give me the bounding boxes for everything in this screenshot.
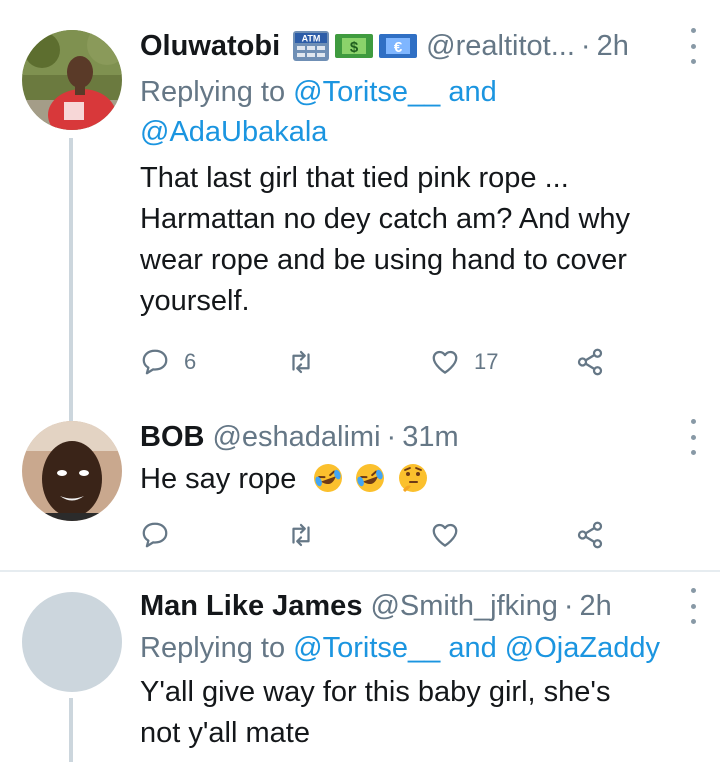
share-button[interactable] — [575, 342, 605, 382]
tweet-text-line: Harmattan no dey catch am? And why — [140, 203, 631, 235]
user-handle[interactable]: @realtitot... — [426, 24, 575, 68]
mention-link[interactable]: @OjaZaddy — [505, 632, 660, 664]
tweet-header: Oluwatobi ATM $ € @realtitot... · 2h — [140, 24, 700, 68]
heart-icon — [432, 350, 458, 374]
like-count: 17 — [474, 349, 499, 374]
svg-text:€: € — [394, 39, 403, 56]
tweet-actions: 6 17 — [140, 342, 620, 382]
tweet-text: That last girl that tied pink rope ... H… — [140, 158, 700, 322]
tweet-text-line: yourself. — [140, 285, 250, 317]
replying-and: and — [448, 76, 497, 108]
tweet-text-line: Y'all give way for this baby girl, she's — [140, 676, 611, 708]
replying-to-line-2: @AdaUbakala — [140, 112, 700, 152]
reply-icon — [142, 522, 168, 548]
dollar-banknote-icon: $ — [334, 32, 374, 60]
mention-link[interactable]: @Toritse__ — [293, 76, 440, 108]
like-button[interactable] — [430, 515, 460, 555]
heart-icon — [432, 523, 458, 547]
atm-sign-icon: ATM — [292, 30, 330, 62]
timestamp[interactable]: 2h — [580, 584, 612, 628]
avatar[interactable] — [22, 592, 122, 692]
avatar[interactable] — [22, 421, 122, 521]
share-icon — [577, 348, 603, 376]
more-options-icon[interactable] — [686, 419, 700, 455]
like-button[interactable]: 17 — [430, 342, 498, 382]
reply-button[interactable]: 6 — [140, 342, 196, 382]
user-handle[interactable]: @eshadalimi — [212, 415, 380, 459]
rolling-on-floor-laughing-icon — [314, 464, 343, 492]
euro-banknote-icon: € — [378, 32, 418, 60]
reply-button[interactable] — [140, 515, 170, 555]
tweet-text-line: That last girl that tied pink rope ... — [140, 162, 569, 194]
tweet-actions — [140, 515, 620, 555]
user-handle[interactable]: @Smith_jfking — [370, 584, 557, 628]
display-name[interactable]: Oluwatobi — [140, 24, 280, 68]
replying-and: and — [448, 632, 497, 664]
thread-line — [69, 138, 73, 415]
replying-to: Replying to @Toritse__ and — [140, 72, 700, 112]
svg-text:ATM: ATM — [302, 34, 321, 44]
tweet-text-line: not y'all mate — [140, 717, 310, 749]
thread-line — [69, 698, 73, 762]
tweet-oluwatobi[interactable]: Oluwatobi ATM $ € @realtitot... · 2h Rep… — [0, 0, 720, 415]
replying-prefix: Replying to — [140, 76, 286, 108]
tweet-text: He say rope — [140, 459, 700, 499]
rolling-on-floor-laughing-icon — [356, 464, 385, 492]
replying-prefix: Replying to — [140, 632, 286, 664]
tweet-text: Y'all give way for this baby girl, she's… — [140, 672, 700, 754]
avatar[interactable] — [22, 30, 122, 130]
reply-count: 6 — [184, 349, 197, 374]
timestamp[interactable]: 2h — [597, 24, 629, 68]
svg-text:$: $ — [350, 39, 359, 56]
thinking-face-icon — [398, 464, 427, 492]
separator-dot: · — [580, 30, 591, 62]
more-options-icon[interactable] — [686, 28, 700, 64]
retweet-icon — [292, 523, 310, 547]
reply-icon — [142, 349, 168, 375]
replying-to: Replying to @Toritse__ and @OjaZaddy — [140, 628, 700, 668]
tweet-bob[interactable]: BOB @eshadalimi · 31m He say rope — [0, 415, 720, 570]
more-options-icon[interactable] — [686, 588, 700, 624]
timeline-feed: Oluwatobi ATM $ € @realtitot... · 2h Rep… — [0, 0, 720, 762]
display-name[interactable]: Man Like James — [140, 584, 362, 628]
retweet-button[interactable] — [285, 342, 317, 382]
tweet-man-like-james[interactable]: Man Like James @Smith_jfking · 2h Replyi… — [0, 572, 720, 762]
separator-dot: · — [386, 421, 397, 453]
avatar-photo — [22, 30, 122, 130]
share-button[interactable] — [575, 515, 605, 555]
separator-dot: · — [563, 590, 574, 622]
tweet-header: Man Like James @Smith_jfking · 2h — [140, 584, 700, 628]
avatar-photo — [22, 421, 122, 521]
mention-link[interactable]: @Toritse__ — [293, 632, 440, 664]
tweet-text-line: wear rope and be using hand to cover — [140, 244, 627, 276]
display-name[interactable]: BOB — [140, 415, 204, 459]
retweet-icon — [292, 350, 310, 374]
tweet-header: BOB @eshadalimi · 31m — [140, 415, 700, 459]
tweet-text-line: He say rope — [140, 463, 297, 495]
mention-link[interactable]: @AdaUbakala — [140, 116, 327, 148]
share-icon — [577, 521, 603, 549]
timestamp[interactable]: 31m — [402, 415, 458, 459]
retweet-button[interactable] — [285, 515, 317, 555]
